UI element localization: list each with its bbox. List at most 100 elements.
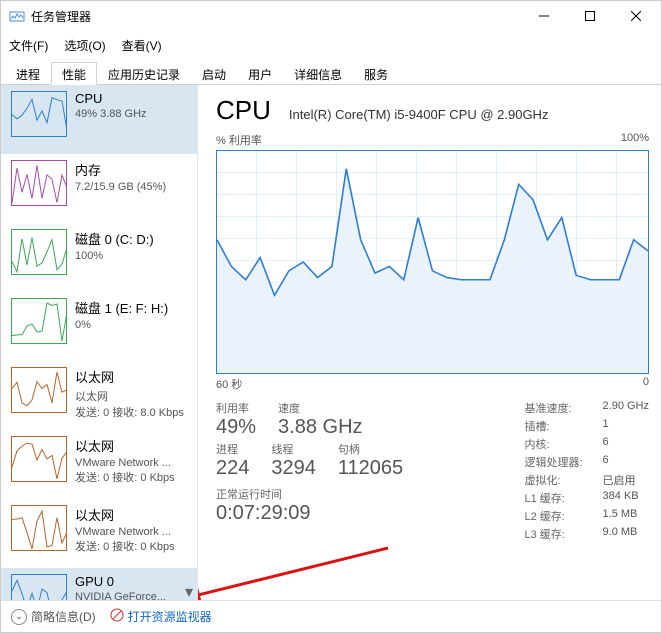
stat-value: 384 KB [603,490,649,506]
tabs: 进程 性能 应用历史记录 启动 用户 详细信息 服务 [1,61,661,85]
sidebar-item-sub: 发送: 0 接收: 0 Kbps [75,469,175,485]
util-label: 利用率 [216,400,256,416]
sidebar-item-6[interactable]: 以太网 VMware Network ...发送: 0 接收: 0 Kbps [1,499,197,568]
uptime-value: 0:07:29:09 [216,502,500,525]
sidebar-item-3[interactable]: 磁盘 1 (E: F: H:) 0% [1,292,197,361]
proc-value: 224 [216,457,249,480]
close-button[interactable] [613,1,659,31]
stat-value: 9.0 MB [603,526,649,542]
minimize-button[interactable] [521,1,567,31]
chevron-down-icon: ⌄ [11,609,27,625]
sidebar-item-4[interactable]: 以太网以太网发送: 0 接收: 8.0 Kbps [1,361,197,430]
sidebar-item-sub: VMware Network ... [75,526,175,538]
cpu-chart [216,150,649,374]
annotation-arrow-icon [198,538,398,600]
sidebar-item-title: 以太网 [75,505,175,524]
tab-apphistory[interactable]: 应用历史记录 [97,62,191,85]
chart-xright: 0 [643,376,649,392]
chart-xleft: 60 秒 [216,376,242,392]
sidebar-item-7[interactable]: GPU 0 NVIDIA GeForce... [1,568,197,600]
stat-label: 内核: [524,436,582,452]
tab-processes[interactable]: 进程 [5,62,51,85]
thread-value: 3294 [271,457,316,480]
sidebar-item-0[interactable]: CPU 49% 3.88 GHz [1,85,197,154]
detail-title: CPU [216,95,271,126]
sidebar-item-1[interactable]: 内存 7.2/15.9 GB (45%) [1,154,197,223]
stat-value: 6 [603,436,649,452]
uptime-label: 正常运行时间 [216,486,500,502]
menu-options[interactable]: 选项(O) [56,33,113,58]
sidebar-item-sub: VMware Network ... [75,457,175,469]
stat-label: 基准速度: [524,400,582,416]
tab-users[interactable]: 用户 [237,62,283,85]
sidebar-thumb [11,91,67,137]
sidebar-item-title: 磁盘 0 (C: D:) [75,229,154,248]
sidebar-item-5[interactable]: 以太网 VMware Network ...发送: 0 接收: 0 Kbps [1,430,197,499]
handle-label: 句柄 [338,441,403,457]
sidebar: CPU 49% 3.88 GHz 内存 7.2/15.9 GB (45%) 磁盘 0 (… [1,85,198,600]
sidebar-item-sub: 以太网 [75,388,184,404]
sidebar-item-title: 以太网 [75,367,184,386]
main-area: CPU 49% 3.88 GHz 内存 7.2/15.9 GB (45%) 磁盘 0 (… [1,85,661,600]
detail-subtitle: Intel(R) Core(TM) i5-9400F CPU @ 2.90GHz [289,107,549,122]
sidebar-thumb [11,160,67,206]
stat-value: 1.5 MB [603,508,649,524]
stat-label: L2 缓存: [524,508,582,524]
stat-label: L1 缓存: [524,490,582,506]
stat-value: 6 [603,454,649,470]
fewer-details-label: 简略信息(D) [31,608,96,625]
stats-left: 利用率 49% 速度 3.88 GHz 进程 224 线程 32 [216,400,500,542]
chart-ymax: 100% [621,132,649,148]
handle-value: 112065 [338,457,403,480]
sidebar-item-title: CPU [75,91,147,106]
sidebar-thumb [11,505,67,551]
proc-label: 进程 [216,441,249,457]
sidebar-item-sub: 0% [75,319,168,331]
sidebar-item-sub: 发送: 0 接收: 8.0 Kbps [75,404,184,420]
sidebar-item-title: 以太网 [75,436,175,455]
detail-panel: CPU Intel(R) Core(TM) i5-9400F CPU @ 2.9… [198,85,661,600]
bottom-bar: ⌄ 简略信息(D) 打开资源监视器 [1,600,661,632]
menu-file[interactable]: 文件(F) [1,33,56,58]
stats-right: 基准速度: 2.90 GHz 插槽: 1 内核: 6 逻辑处理器: 6 虚拟化: 已启用 L1 缓存… [524,400,649,542]
stat-label: 逻辑处理器: [524,454,582,470]
tab-performance[interactable]: 性能 [51,62,97,85]
sidebar-item-title: GPU 0 [75,574,166,589]
speed-label: 速度 [278,400,362,416]
sidebar-item-title: 磁盘 1 (E: F: H:) [75,298,168,317]
menu-bar: 文件(F) 选项(O) 查看(V) [1,31,661,61]
resmon-label: 打开资源监视器 [128,608,212,625]
sidebar-item-sub: 49% 3.88 GHz [75,108,147,120]
scroll-down-icon[interactable]: ▾ [181,584,197,600]
sidebar-item-2[interactable]: 磁盘 0 (C: D:) 100% [1,223,197,292]
sidebar-thumb [11,298,67,344]
stat-value: 2.90 GHz [603,400,649,416]
title-bar: 任务管理器 [1,1,661,31]
stat-value: 1 [603,418,649,434]
menu-view[interactable]: 查看(V) [114,33,170,58]
window-title: 任务管理器 [31,8,521,25]
stat-label: 虚拟化: [524,472,582,488]
sidebar-item-sub: NVIDIA GeForce... [75,591,166,600]
sidebar-item-sub: 100% [75,250,154,262]
maximize-button[interactable] [567,1,613,31]
stat-value: 已启用 [603,472,649,488]
chart-ylabel: % 利用率 [216,132,262,148]
thread-label: 线程 [271,441,316,457]
sidebar-thumb [11,367,67,413]
sidebar-item-sub: 7.2/15.9 GB (45%) [75,181,166,193]
stat-label: 插槽: [524,418,582,434]
util-value: 49% [216,416,256,439]
stat-label: L3 缓存: [524,526,582,542]
tab-services[interactable]: 服务 [353,62,399,85]
resmon-icon [110,608,124,625]
sidebar-thumb [11,574,67,600]
tab-startup[interactable]: 启动 [191,62,237,85]
sidebar-thumb [11,229,67,275]
sidebar-item-title: 内存 [75,160,166,179]
speed-value: 3.88 GHz [278,416,362,439]
fewer-details-link[interactable]: ⌄ 简略信息(D) [11,608,96,625]
open-resource-monitor-link[interactable]: 打开资源监视器 [110,608,212,625]
tab-details[interactable]: 详细信息 [283,62,353,85]
sidebar-item-sub: 发送: 0 接收: 0 Kbps [75,538,175,554]
